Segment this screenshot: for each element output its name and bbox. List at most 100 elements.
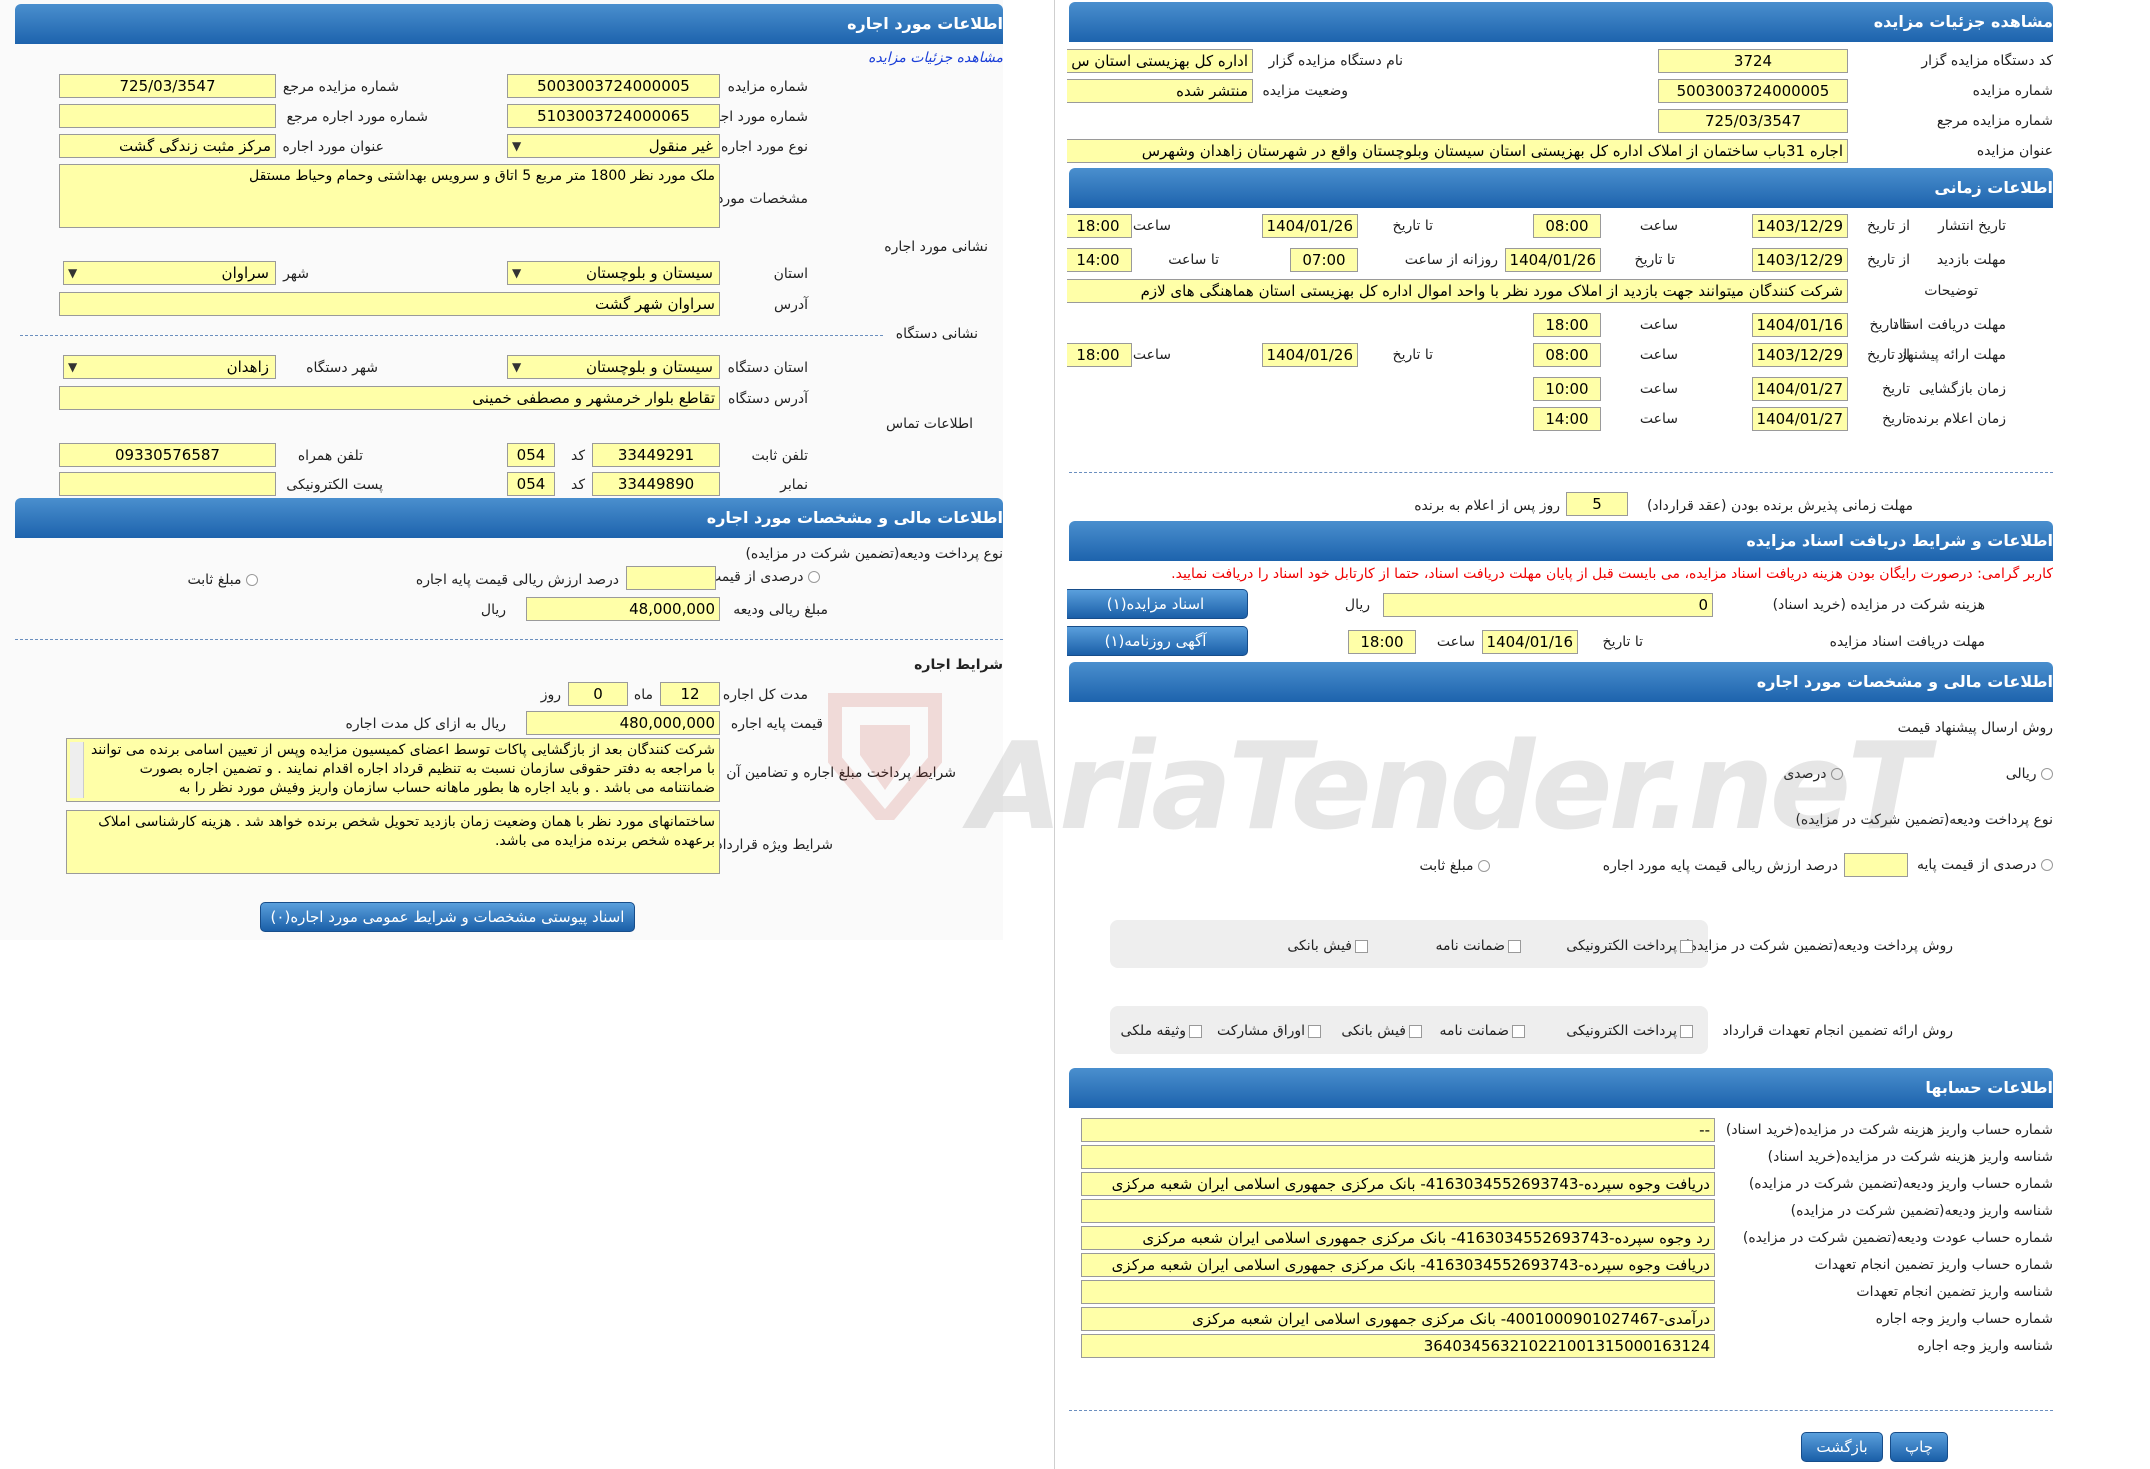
account-value-field[interactable]: 364034563210221001315000163124: [1081, 1334, 1715, 1358]
winner-date[interactable]: 1404/01/27: [1752, 407, 1848, 431]
account-value-field[interactable]: [1081, 1280, 1715, 1304]
checkbox-icon[interactable]: [1508, 939, 1521, 953]
pub-from-time[interactable]: 08:00: [1533, 214, 1601, 238]
email-field[interactable]: [59, 472, 276, 496]
offer-to-date[interactable]: 1404/01/26: [1262, 343, 1358, 367]
gm-bonds-option[interactable]: اوراق مشارکت: [1217, 1022, 1321, 1040]
org-name-field[interactable]: اداره کل بهزیستی استان س: [1067, 49, 1253, 73]
base-price-field[interactable]: 480,000,000: [526, 711, 720, 735]
radio-deposit-fixed-icon[interactable]: [246, 574, 258, 586]
daily-to-time[interactable]: 14:00: [1067, 248, 1132, 272]
tel-code-field[interactable]: 054: [507, 443, 555, 467]
org-code-field[interactable]: 3724: [1658, 49, 1848, 73]
subject-field[interactable]: اجاره 31باب ساختمان از املاک اداره کل به…: [1067, 139, 1848, 163]
checkbox-icon[interactable]: [1512, 1024, 1525, 1038]
pay-terms-textarea[interactable]: شرکت کنندگان بعد از بازگشایی پاکات توسط …: [66, 738, 720, 802]
scrollbar[interactable]: [70, 742, 84, 798]
account-value-field[interactable]: [1081, 1145, 1715, 1169]
deposit-percent-field[interactable]: [626, 566, 716, 590]
doc-to-date[interactable]: 1404/01/16: [1752, 313, 1848, 337]
account-value-field[interactable]: دریافت وجوه سپرده-4163034552693743- بانک…: [1081, 1253, 1715, 1277]
open-date[interactable]: 1404/01/27: [1752, 377, 1848, 401]
checkbox-icon[interactable]: [1355, 939, 1368, 953]
pub-from-date[interactable]: 1403/12/29: [1752, 214, 1848, 238]
offer-to-time[interactable]: 18:00: [1067, 343, 1132, 367]
ref-field[interactable]: 725/03/3547: [59, 74, 276, 98]
item-ref-field[interactable]: [59, 104, 276, 128]
dep-amount-field[interactable]: 48,000,000: [526, 597, 720, 621]
checkbox-icon[interactable]: [1409, 1024, 1422, 1038]
radio-deposit-fixed-icon[interactable]: [1478, 860, 1490, 872]
gm-guarantee-option[interactable]: ضمانت نامه: [1439, 1022, 1525, 1040]
account-value-field[interactable]: درآمدی-4001000901027467- بانک مرکزی جمهو…: [1081, 1307, 1715, 1331]
accept-days-field[interactable]: 5: [1566, 492, 1628, 516]
radio-deposit-percent-icon[interactable]: [2041, 859, 2053, 871]
checkbox-icon[interactable]: [1680, 1024, 1693, 1038]
radio-percent-icon[interactable]: [1831, 768, 1843, 780]
method-percent-option[interactable]: درصدی: [1783, 765, 1843, 783]
daily-from-time[interactable]: 07:00: [1290, 248, 1358, 272]
fax-code-field[interactable]: 054: [507, 472, 555, 496]
org-addr-field[interactable]: تقاطع بلوار خرمشهر و مصطفی خمینی: [59, 386, 720, 410]
status-field[interactable]: منتشر شده: [1067, 79, 1253, 103]
open-time[interactable]: 10:00: [1533, 377, 1601, 401]
addr-field[interactable]: سراوان شهر گشت: [59, 292, 720, 316]
view-auction-details-link[interactable]: مشاهده جزئیات مزایده: [868, 50, 1003, 66]
pm-epay-option[interactable]: پرداخت الکترونیکی: [1566, 937, 1693, 955]
offer-from-date[interactable]: 1403/12/29: [1752, 343, 1848, 367]
radio-deposit-percent-icon[interactable]: [808, 571, 820, 583]
visit-to-date[interactable]: 1404/01/26: [1505, 248, 1601, 272]
visit-from-date[interactable]: 1403/12/29: [1752, 248, 1848, 272]
deposit-fixed-option[interactable]: مبلغ ثابت: [187, 571, 258, 589]
days-field[interactable]: 0: [568, 682, 628, 706]
attached-docs-button[interactable]: اسناد پیوستی مشخصات و شرایط عمومی مورد ا…: [260, 902, 635, 932]
pub-to-time[interactable]: 18:00: [1067, 214, 1132, 238]
gm-property-option[interactable]: وثیقه ملکی: [1121, 1022, 1202, 1040]
account-value-field[interactable]: [1081, 1199, 1715, 1223]
pm-receipt-option[interactable]: فیش بانکی: [1287, 937, 1368, 955]
auction-docs-button[interactable]: اسناد مزایده(۱): [1067, 589, 1248, 619]
auction-num-field[interactable]: 5003003724000005: [507, 74, 720, 98]
city-select[interactable]: سراوان ▼: [63, 261, 276, 285]
item-title-field[interactable]: مرکز مثبت زندگی گشت: [59, 134, 276, 158]
fax-field[interactable]: 33449890: [592, 472, 720, 496]
special-terms-textarea[interactable]: ساختمانهای مورد نظر با همان وضعیت زمان ب…: [66, 810, 720, 874]
gm-epay-option[interactable]: پرداخت الکترونیکی: [1566, 1022, 1693, 1040]
checkbox-icon[interactable]: [1680, 939, 1693, 953]
pub-to-date[interactable]: 1404/01/26: [1262, 214, 1358, 238]
checkbox-icon[interactable]: [1189, 1024, 1202, 1038]
type-select[interactable]: غیر منقول ▼: [507, 134, 720, 158]
print-button[interactable]: چاپ: [1890, 1432, 1948, 1462]
item-num-field[interactable]: 5103003724000065: [507, 104, 720, 128]
desc-field[interactable]: شرکت کنندگان میتوانند جهت بازدید از املا…: [1067, 279, 1848, 303]
back-button[interactable]: بازگشت: [1801, 1432, 1883, 1462]
province-select[interactable]: سیستان و بلوچستان ▼: [507, 261, 720, 285]
gm-receipt-option[interactable]: فیش بانکی: [1341, 1022, 1422, 1040]
checkbox-icon[interactable]: [1308, 1024, 1321, 1038]
newspaper-ad-button[interactable]: آگهی روزنامه(۱): [1067, 626, 1248, 656]
account-value-field[interactable]: رد وجوه سپرده-4163034552693743- بانک مرک…: [1081, 1226, 1715, 1250]
deadline-date[interactable]: 1404/01/16: [1482, 630, 1578, 654]
method-rial-option[interactable]: ریالی: [2006, 765, 2053, 783]
offer-from-time[interactable]: 08:00: [1533, 343, 1601, 367]
pm-guarantee-option[interactable]: ضمانت نامه: [1435, 937, 1521, 955]
tel-field[interactable]: 33449291: [592, 443, 720, 467]
ref-field[interactable]: 725/03/3547: [1658, 109, 1848, 133]
account-value-field[interactable]: --: [1081, 1118, 1715, 1142]
months-field[interactable]: 12: [660, 682, 720, 706]
mobile-field[interactable]: 09330576587: [59, 443, 276, 467]
spec-textarea[interactable]: ملک مورد نظر 1800 متر مربع 5 اتاق و سروی…: [59, 164, 720, 228]
deposit-percent-field[interactable]: [1844, 853, 1908, 877]
auction-num-field[interactable]: 5003003724000005: [1658, 79, 1848, 103]
doc-to-time[interactable]: 18:00: [1533, 313, 1601, 337]
org-city-select[interactable]: زاهدان ▼: [63, 355, 276, 379]
deposit-fixed-option[interactable]: مبلغ ثابت: [1419, 857, 1490, 875]
account-value-field[interactable]: دریافت وجوه سپرده-4163034552693743- بانک…: [1081, 1172, 1715, 1196]
deposit-percent-option[interactable]: درصدی از قیمت پایه: [1917, 856, 2053, 874]
deposit-type-label: نوع پرداخت ودیعه(تضمین شرکت در مزایده): [745, 546, 1003, 562]
fee-field[interactable]: 0: [1383, 593, 1713, 617]
deadline-time[interactable]: 18:00: [1348, 630, 1416, 654]
winner-time[interactable]: 14:00: [1533, 407, 1601, 431]
radio-rial-icon[interactable]: [2041, 768, 2053, 780]
org-province-select[interactable]: سیستان و بلوچستان ▼: [507, 355, 720, 379]
